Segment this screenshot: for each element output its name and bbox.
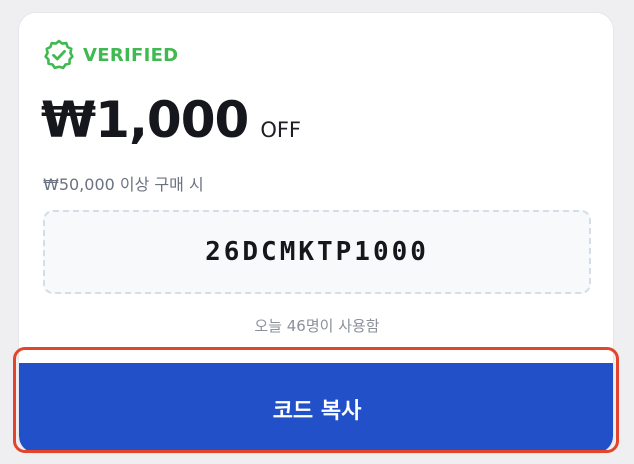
verified-badge-icon [44, 39, 74, 70]
copy-code-label: 코드 복사 [272, 399, 362, 424]
discount-headline: ₩1,000 OFF [41, 91, 301, 149]
discount-amount: ₩1,000 [41, 91, 249, 149]
copy-code-button[interactable]: 코드 복사 [19, 363, 613, 453]
verified-label: VERIFIED [83, 44, 179, 66]
verified-badge: VERIFIED [43, 39, 178, 71]
usage-count: 오늘 46명이 사용함 [254, 317, 380, 335]
discount-suffix: OFF [260, 118, 301, 142]
purchase-condition: ₩50,000 이상 구매 시 [43, 175, 204, 194]
coupon-code: 26DCMKTP1000 [205, 237, 429, 267]
coupon-code-box[interactable]: 26DCMKTP1000 [43, 210, 591, 294]
coupon-card: VERIFIED ₩1,000 OFF ₩50,000 이상 구매 시 26DC… [18, 12, 614, 454]
